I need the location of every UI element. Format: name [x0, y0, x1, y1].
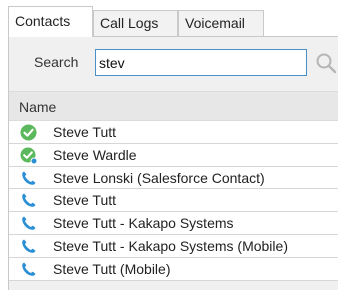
contact-row[interactable]: Steve Tutt - Kakapo Systems (Mobile)	[9, 234, 338, 258]
contact-name: Steve Wardle	[53, 146, 137, 163]
contact-name: Steve Tutt (Mobile)	[53, 260, 171, 277]
contact-row[interactable]: Steve Lonski (Salesforce Contact)	[9, 166, 338, 190]
name-column-label: Name	[19, 99, 57, 115]
contact-name: Steve Tutt	[53, 124, 117, 140]
contact-list: Steve Tutt Steve Wardle Steve Lonski (Sale…	[9, 121, 338, 281]
phone-icon	[20, 261, 37, 278]
contact-name: Steve Tutt	[53, 192, 117, 209]
search-row: Search	[9, 37, 338, 91]
search-label: Search	[34, 54, 79, 70]
phone-icon	[20, 215, 37, 232]
presence-available-mobile-icon	[20, 147, 38, 165]
search-icon[interactable]	[315, 52, 337, 74]
contact-name: Steve Tutt - Kakapo Systems (Mobile)	[53, 237, 288, 254]
contact-row[interactable]: Steve Tutt - Kakapo Systems	[9, 212, 338, 235]
contacts-window: Contacts Call Logs Voicemail Search Name…	[8, 6, 338, 290]
presence-available-icon	[20, 124, 37, 141]
contact-row[interactable]: Steve Tutt	[9, 121, 338, 144]
tab-call-logs[interactable]: Call Logs	[93, 10, 178, 37]
contact-row[interactable]: Steve Tutt	[9, 189, 338, 213]
contact-name: Steve Tutt - Kakapo Systems	[53, 215, 234, 232]
phone-icon	[20, 170, 37, 187]
contacts-panel: Search Name Steve TuttSteve WardleSteve …	[8, 37, 338, 290]
contact-row[interactable]: Steve Tutt (Mobile)	[9, 257, 338, 281]
phone-icon	[20, 238, 37, 255]
contact-row[interactable]: Steve Wardle	[9, 143, 338, 167]
contact-name: Steve Lonski (Salesforce Contact)	[53, 169, 265, 186]
phone-icon	[20, 192, 37, 209]
search-input[interactable]	[95, 49, 307, 76]
tab-contacts[interactable]: Contacts	[8, 6, 93, 37]
tab-bar: Contacts Call Logs Voicemail	[8, 6, 338, 37]
name-column-header[interactable]: Name	[9, 91, 338, 121]
tab-voicemail[interactable]: Voicemail	[178, 10, 264, 37]
